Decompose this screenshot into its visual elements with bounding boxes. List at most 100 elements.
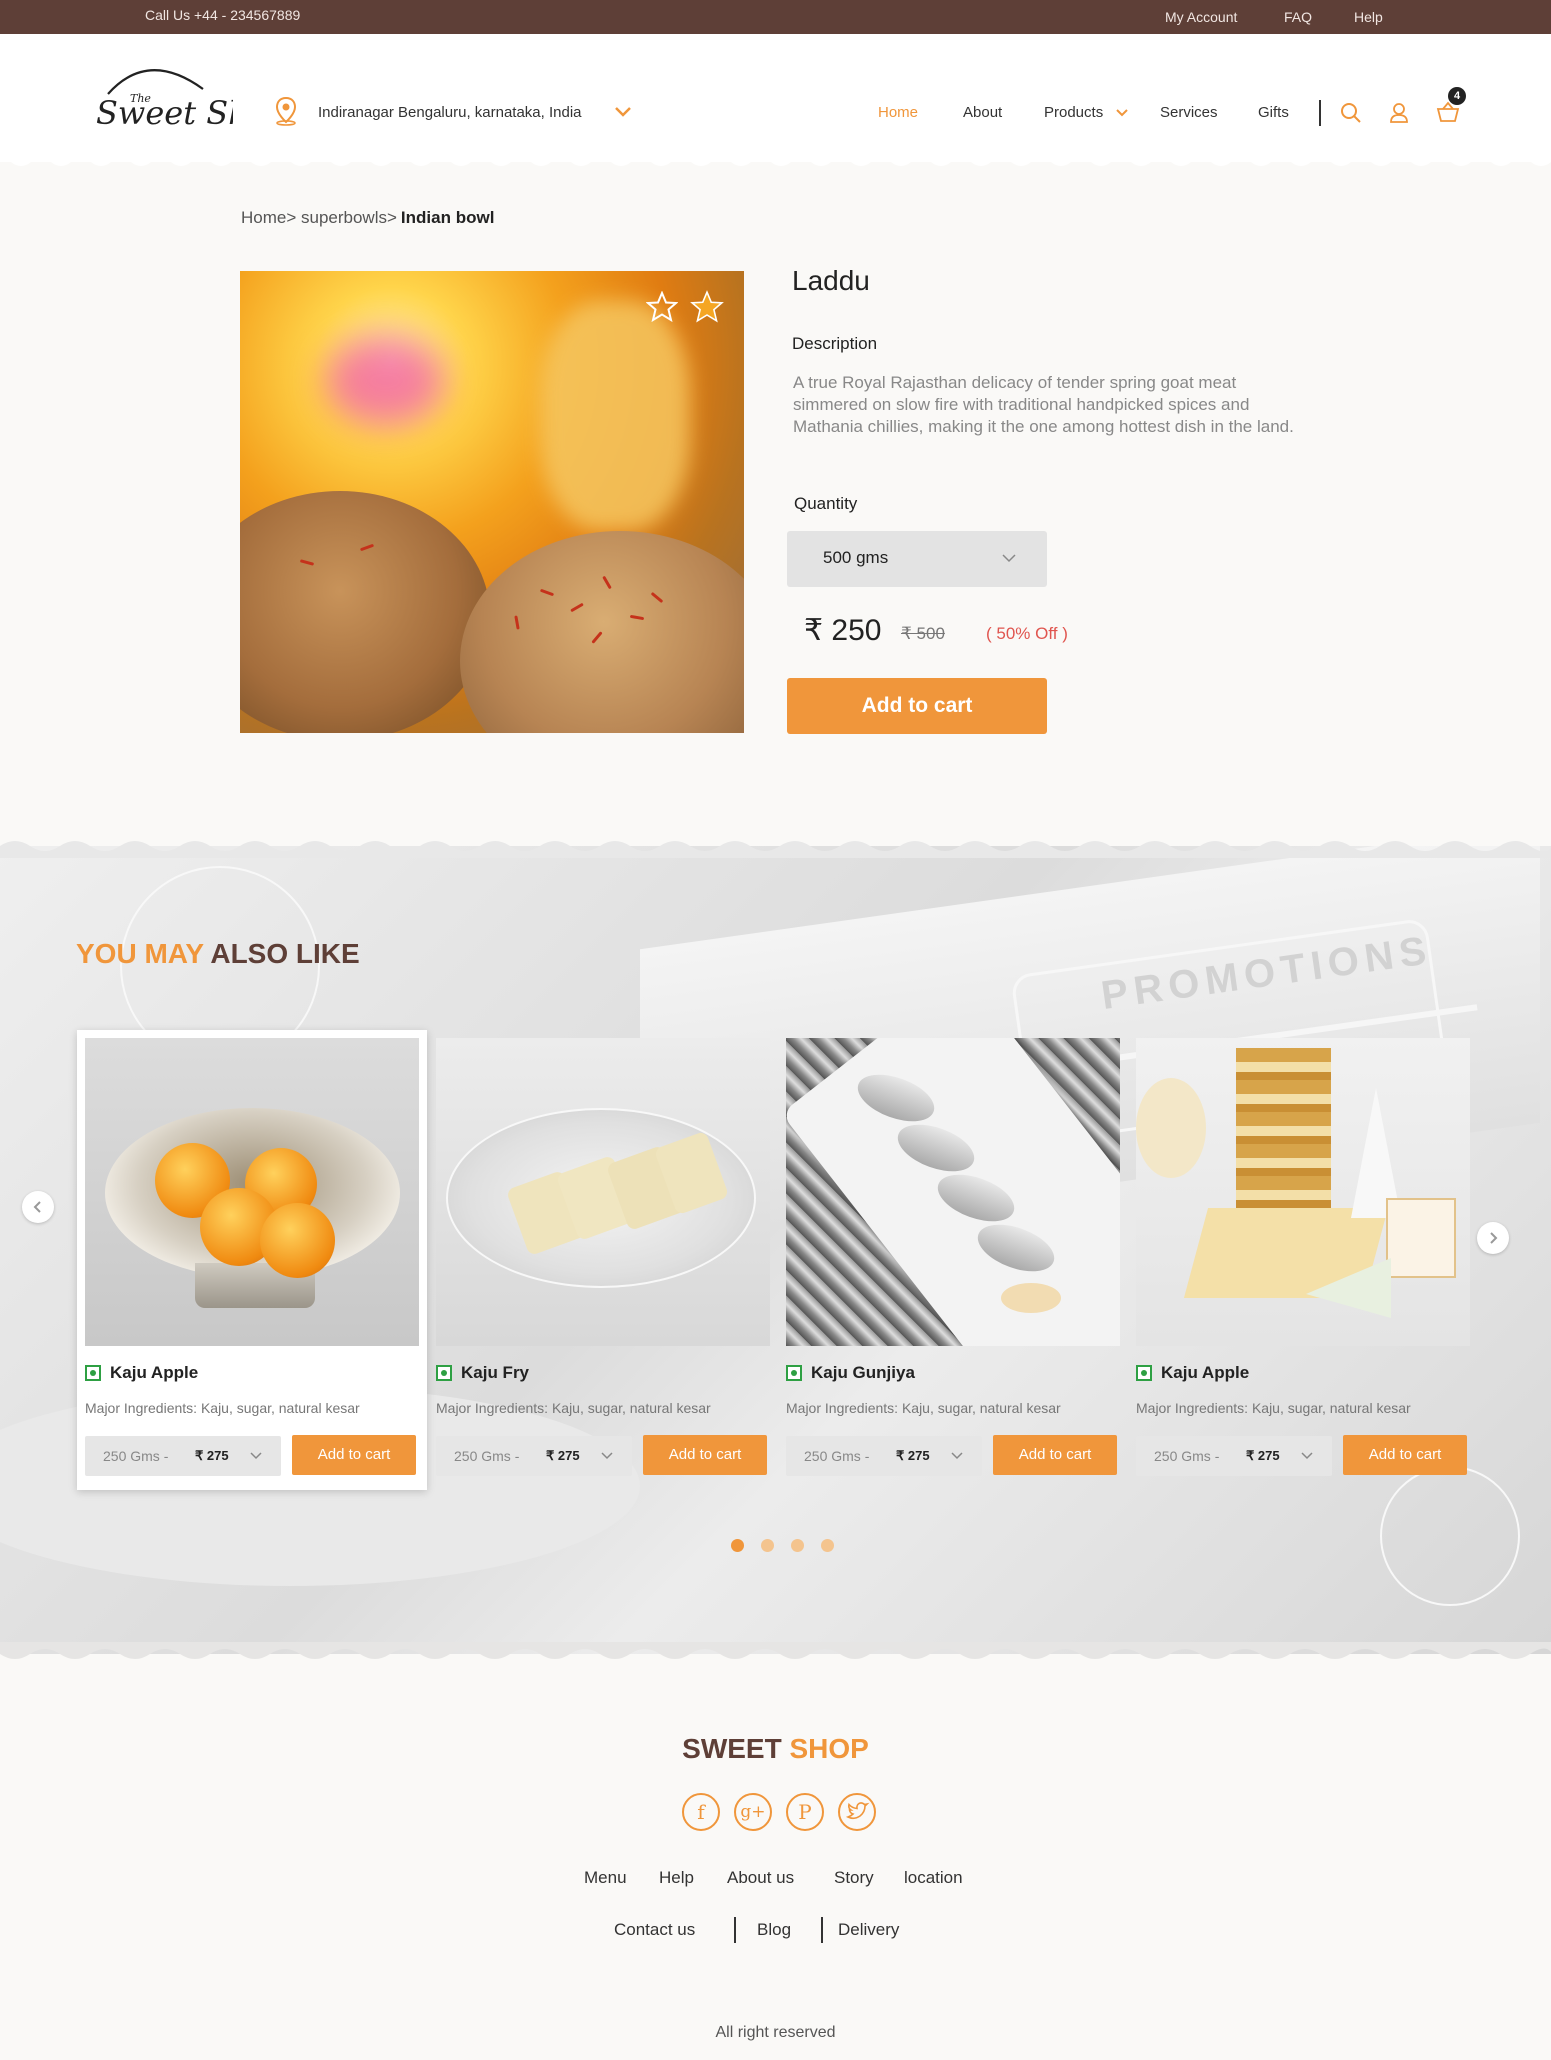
copyright-text: All right reserved [715,2024,836,2041]
product-card-ingredients: Major Ingredients: Kaju, sugar, natural … [1136,1400,1411,1416]
card-price: ₹ 275 [195,1448,229,1463]
product-card[interactable]: Kaju Fry Major Ingredients: Kaju, sugar,… [428,1030,778,1490]
related-title-part2: ALSO LIKE [210,938,360,969]
chevron-down-icon [601,1452,613,1460]
star-filled-icon[interactable] [690,290,724,323]
card-add-to-cart-button[interactable]: Add to cart [292,1435,416,1475]
chevron-right-icon [1490,1232,1498,1244]
nav-services[interactable]: Services [1160,104,1218,121]
nav-products[interactable]: Products [1044,104,1103,121]
product-card-name[interactable]: Kaju Apple [110,1363,198,1383]
weight-select[interactable]: 250 Gms - ₹ 275 [436,1436,632,1476]
footer-brand-part2: SHOP [789,1733,869,1764]
quantity-value: 500 gms [823,548,889,567]
user-icon[interactable] [1389,102,1409,124]
product-thumbnail-kaju-fry[interactable] [436,1038,770,1346]
help-link[interactable]: Help [1354,9,1383,25]
section-wave-top [0,841,1551,858]
svg-text:Sweet Shop: Sweet Shop [96,94,233,132]
location-text[interactable]: Indiranagar Bengaluru, karnataka, India [318,104,582,121]
carousel-next-button[interactable] [1477,1222,1509,1254]
chevron-left-icon [33,1201,41,1213]
card-add-to-cart-button[interactable]: Add to cart [993,1435,1117,1475]
nav-gifts[interactable]: Gifts [1258,104,1289,121]
footer-link-menu[interactable]: Menu [584,1868,627,1888]
chevron-down-icon [951,1452,963,1460]
carousel-dot[interactable] [821,1539,834,1552]
weight-select[interactable]: 250 Gms - ₹ 275 [1136,1436,1332,1476]
carousel-dot[interactable] [791,1539,804,1552]
product-card[interactable]: Kaju Apple Major Ingredients: Kaju, suga… [1128,1030,1478,1490]
product-card-ingredients: Major Ingredients: Kaju, sugar, natural … [436,1400,711,1416]
cart-count-badge: 4 [1448,87,1466,105]
chevron-down-icon [1002,554,1016,563]
svg-text:The: The [130,92,151,105]
my-account-link[interactable]: My Account [1165,9,1237,25]
description-heading: Description [792,334,878,353]
products-chevron-down-icon[interactable] [1115,107,1129,119]
veg-indicator-icon [436,1365,452,1381]
card-price: ₹ 275 [546,1448,580,1463]
search-icon[interactable] [1340,102,1362,124]
old-price: ₹ 500 [901,624,945,643]
weight-value: 250 Gms - [1154,1448,1220,1464]
current-price: ₹ 250 [804,614,882,647]
footer-divider [821,1917,823,1943]
star-outline-icon[interactable] [646,291,678,322]
footer-brand-part1: SWEET [682,1733,782,1764]
nav-about[interactable]: About [963,104,1002,121]
carousel-dot[interactable] [761,1539,774,1552]
product-card-name[interactable]: Kaju Apple [1161,1363,1249,1383]
weight-value: 250 Gms - [804,1448,870,1464]
footer-link-help[interactable]: Help [659,1868,694,1888]
carousel-dot[interactable] [731,1539,744,1552]
card-add-to-cart-button[interactable]: Add to cart [1343,1435,1467,1475]
related-title-part1: YOU MAY [76,938,204,969]
breadcrumb-path[interactable]: Home> superbowls> [241,208,397,227]
weight-select[interactable]: 250 Gms - ₹ 275 [85,1436,281,1476]
weight-select[interactable]: 250 Gms - ₹ 275 [786,1436,982,1476]
card-price: ₹ 275 [896,1448,930,1463]
footer-link-location[interactable]: location [904,1868,963,1888]
veg-indicator-icon [1136,1365,1152,1381]
related-title: YOU MAY ALSO LIKE [76,938,360,970]
footer-link-contact-us[interactable]: Contact us [614,1920,695,1940]
product-thumbnail-kaju-gunjiya[interactable] [786,1038,1120,1346]
section-wave-bottom [0,1642,1551,1659]
product-card-name[interactable]: Kaju Fry [461,1363,529,1383]
site-header: Sweet Shop The Indiranagar Bengaluru, ka… [0,34,1551,166]
product-card[interactable]: Kaju Apple Major Ingredients: Kaju, suga… [77,1030,427,1490]
call-us-text: Call Us +44 - 234567889 [145,7,301,23]
weight-value: 250 Gms - [454,1448,520,1464]
nav-home[interactable]: Home [878,104,918,121]
footer-link-delivery[interactable]: Delivery [838,1920,899,1940]
top-bar: Call Us +44 - 234567889 My Account FAQ H… [0,0,1551,34]
quantity-select[interactable]: 500 gms [787,531,1047,587]
chevron-down-icon [250,1452,262,1460]
product-thumbnail-kaju-apple-2[interactable] [1136,1038,1470,1346]
product-card[interactable]: Kaju Gunjiya Major Ingredients: Kaju, su… [778,1030,1128,1490]
footer-divider [734,1917,736,1943]
discount-label: ( 50% Off ) [986,624,1068,643]
card-add-to-cart-button[interactable]: Add to cart [643,1435,767,1475]
footer-link-about-us[interactable]: About us [727,1868,794,1888]
product-description: A true Royal Rajasthan delicacy of tende… [793,373,1294,436]
add-to-cart-button[interactable]: Add to cart [787,678,1047,734]
pinterest-icon[interactable]: P [786,1793,824,1831]
carousel-prev-button[interactable] [22,1191,54,1223]
product-card-name[interactable]: Kaju Gunjiya [811,1363,915,1383]
chevron-down-icon [1301,1452,1313,1460]
sweet-shop-logo[interactable]: Sweet Shop The [78,54,233,144]
facebook-icon[interactable]: f [682,1793,720,1831]
footer-link-blog[interactable]: Blog [757,1920,791,1940]
product-card-ingredients: Major Ingredients: Kaju, sugar, natural … [786,1400,1061,1416]
product-thumbnail-kaju-apple[interactable] [85,1038,419,1346]
twitter-icon[interactable] [838,1793,876,1831]
veg-indicator-icon [786,1365,802,1381]
breadcrumb: Home> superbowls> Indian bowl [241,208,494,228]
footer-link-story[interactable]: Story [834,1868,874,1888]
card-price: ₹ 275 [1246,1448,1280,1463]
chevron-down-icon[interactable] [613,104,633,120]
google-plus-icon[interactable]: g+ [734,1793,772,1831]
faq-link[interactable]: FAQ [1284,9,1312,25]
